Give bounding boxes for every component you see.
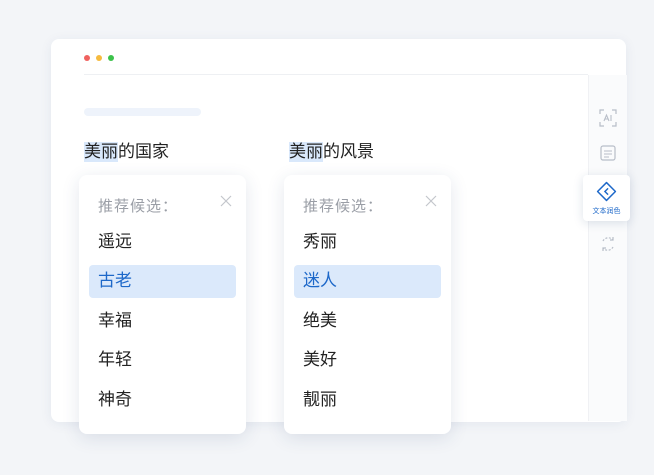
close-window-dot[interactable] xyxy=(84,55,90,61)
sentence-text: 的风景 xyxy=(323,142,374,162)
candidate-item-selected[interactable]: 古老 xyxy=(89,265,236,298)
panel-header: 推荐候选： xyxy=(98,197,179,215)
sentence-text: 的国家 xyxy=(118,142,169,162)
close-icon[interactable] xyxy=(425,195,437,207)
minimize-window-dot[interactable] xyxy=(96,55,102,61)
candidate-item[interactable]: 美好 xyxy=(294,344,441,377)
panel-header: 推荐候选： xyxy=(303,197,384,215)
document-icon[interactable] xyxy=(598,143,618,163)
toolbar-divider xyxy=(84,74,588,75)
text-polish-label: 文本润色 xyxy=(592,207,621,215)
candidate-item[interactable]: 神奇 xyxy=(89,384,236,417)
close-icon[interactable] xyxy=(220,195,232,207)
candidate-panel-2: 推荐候选： 秀丽 迷人 绝美 美好 靓丽 xyxy=(284,175,451,434)
placeholder-line xyxy=(84,108,201,116)
highlighted-word[interactable]: 美丽 xyxy=(84,142,118,162)
candidate-item[interactable]: 秀丽 xyxy=(294,226,441,259)
text-polish-button[interactable]: 文本润色 xyxy=(583,175,630,221)
ai-icon[interactable] xyxy=(598,108,618,128)
polish-icon xyxy=(596,181,617,202)
tool-sidebar xyxy=(588,75,627,421)
window-controls xyxy=(84,55,114,61)
candidate-item[interactable]: 遥远 xyxy=(89,226,236,259)
highlighted-word[interactable]: 美丽 xyxy=(289,142,323,162)
sentence-2: 美丽的风景 xyxy=(289,141,374,163)
candidate-item[interactable]: 靓丽 xyxy=(294,384,441,417)
candidate-item-selected[interactable]: 迷人 xyxy=(294,265,441,298)
candidate-item[interactable]: 绝美 xyxy=(294,305,441,338)
rewrite-icon[interactable] xyxy=(598,234,618,254)
candidate-item[interactable]: 年轻 xyxy=(89,344,236,377)
candidate-item[interactable]: 幸福 xyxy=(89,305,236,338)
candidate-panel-1: 推荐候选： 遥远 古老 幸福 年轻 神奇 xyxy=(79,175,246,434)
maximize-window-dot[interactable] xyxy=(108,55,114,61)
sentence-1: 美丽的国家 xyxy=(84,141,169,163)
